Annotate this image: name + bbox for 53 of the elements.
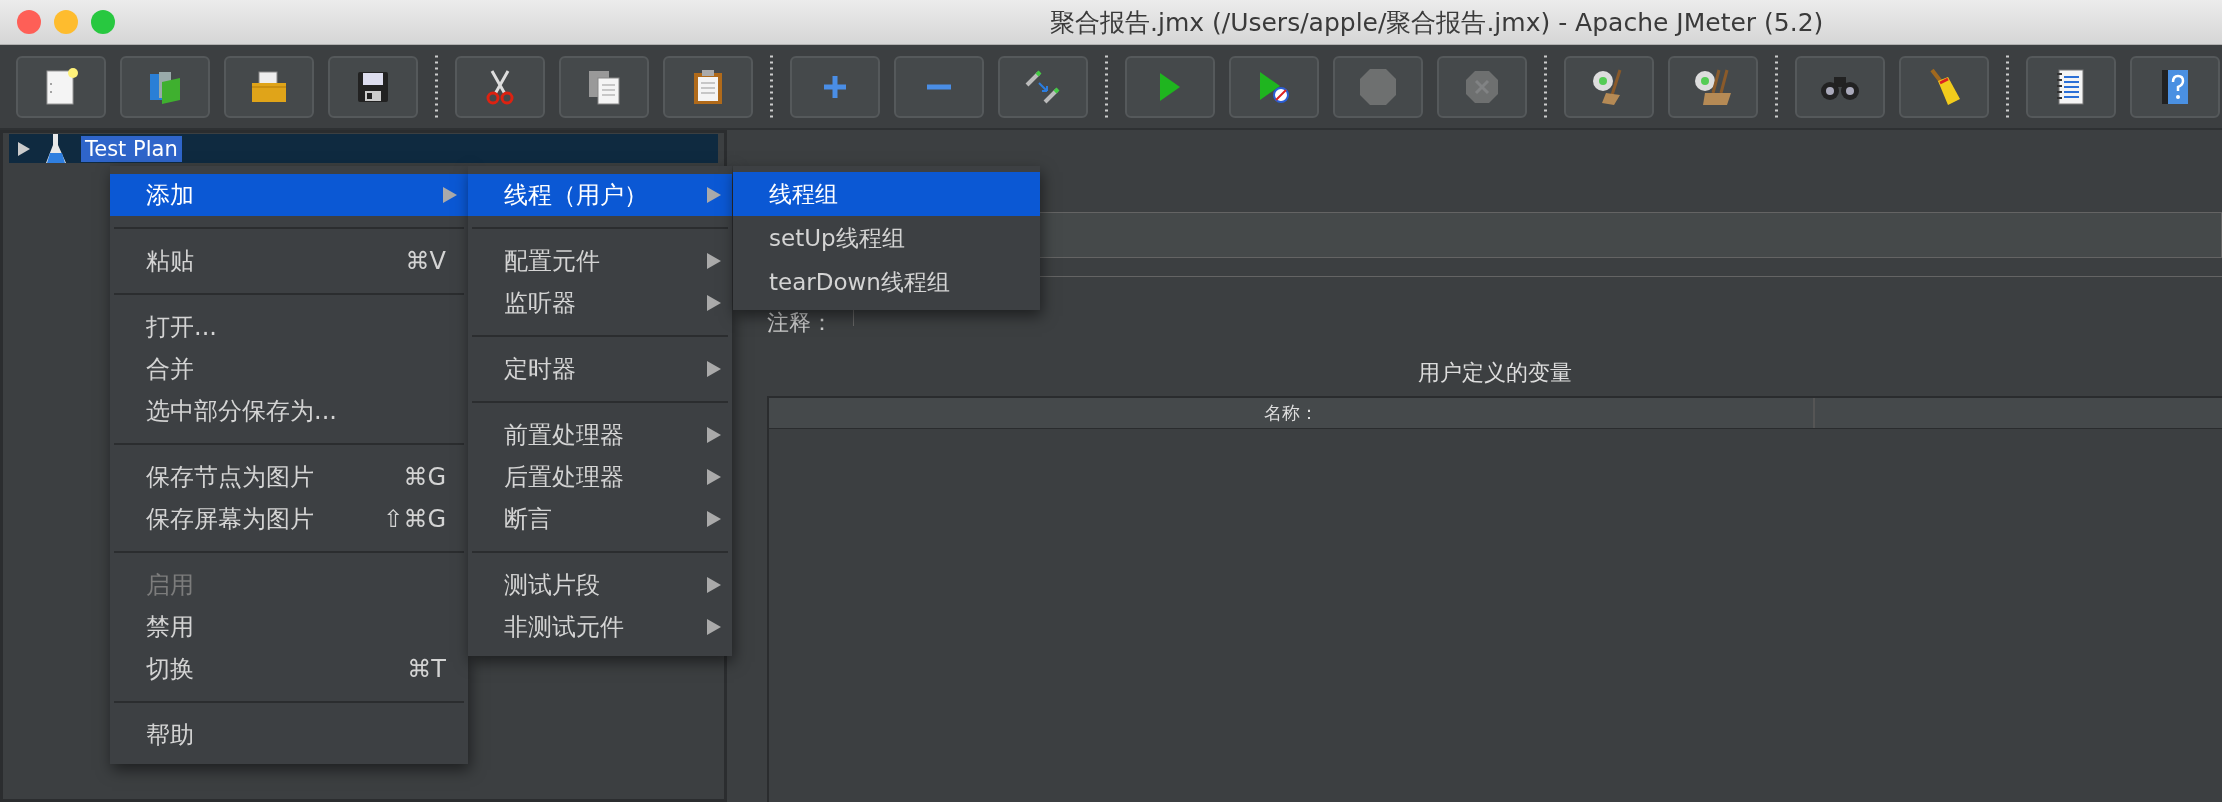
- menu-item[interactable]: 禁用: [110, 606, 468, 648]
- clipboard-icon: [691, 67, 725, 106]
- menu-item[interactable]: 线程（用户）: [468, 174, 732, 216]
- menu-item[interactable]: 非测试元件: [468, 606, 732, 648]
- menu-item[interactable]: tearDown线程组: [733, 260, 1040, 304]
- toolbar-button[interactable]: [328, 55, 418, 118]
- help-book-icon: [2160, 67, 2190, 106]
- plus-icon: [822, 73, 848, 100]
- menu-item[interactable]: 保存屏幕为图片 ⇧⌘G: [110, 498, 468, 540]
- stop-sign-icon: [1358, 66, 1398, 107]
- menu-item[interactable]: 配置元件: [468, 240, 732, 282]
- keyboard-shortcut: ⌘G: [403, 463, 446, 491]
- toolbar-button[interactable]: [16, 55, 106, 118]
- open-folder-icon: [249, 68, 289, 105]
- menu-item[interactable]: setUp线程组: [733, 216, 1040, 260]
- menu-item[interactable]: 打开...: [110, 306, 468, 348]
- toolbar-button[interactable]: [1899, 55, 1989, 118]
- toolbar-button[interactable]: [2026, 55, 2116, 118]
- menu-item[interactable]: 断言: [468, 498, 732, 540]
- menu-item[interactable]: 粘贴 ⌘V: [110, 240, 468, 282]
- menu-item[interactable]: 合并: [110, 348, 468, 390]
- toolbar-button[interactable]: [663, 55, 753, 118]
- keyboard-shortcut: ⌘V: [405, 247, 446, 275]
- menu-item[interactable]: 保存节点为图片 ⌘G: [110, 456, 468, 498]
- toolbar-button[interactable]: [1564, 55, 1654, 118]
- menu-item[interactable]: 线程组: [733, 172, 1040, 216]
- flask-icon: [45, 132, 67, 165]
- window-title: 聚合报告.jmx (/Users/apple/聚合报告.jmx) - Apache JMeter (5.2): [1050, 6, 1824, 39]
- menu-item[interactable]: 后置处理器: [468, 456, 732, 498]
- toolbar-button[interactable]: [224, 55, 314, 118]
- table-title: 用户定义的变量: [1416, 359, 1573, 387]
- play-with-badge-icon: [1258, 69, 1290, 104]
- menu-item[interactable]: 定时器: [468, 348, 732, 390]
- toolbar-button[interactable]: [2130, 55, 2220, 118]
- menu-item[interactable]: 选中部分保存为...: [110, 390, 468, 432]
- keyboard-shortcut: ⇧⌘G: [383, 505, 446, 533]
- new-page-icon: [44, 67, 78, 106]
- play-icon: [1158, 70, 1182, 103]
- octagon-x-icon: [1464, 68, 1500, 105]
- menu-item[interactable]: 测试片段: [468, 564, 732, 606]
- keyboard-shortcut: ⌘T: [407, 655, 446, 683]
- menu-item[interactable]: 前置处理器: [468, 414, 732, 456]
- tree-row[interactable]: Test Plan: [9, 134, 718, 163]
- menu-item[interactable]: 帮助: [110, 714, 468, 756]
- toolbar-button[interactable]: [455, 55, 545, 118]
- toolbar-button[interactable]: [559, 55, 649, 118]
- minus-icon: [926, 82, 952, 91]
- menu-item[interactable]: 监听器: [468, 282, 732, 324]
- menu-item[interactable]: 切换 ⌘T: [110, 648, 468, 690]
- toolbar-button[interactable]: [1668, 55, 1758, 118]
- close-button[interactable]: [17, 10, 41, 34]
- menu-item[interactable]: 添加: [110, 174, 468, 216]
- expand-arrow-icon: [17, 140, 31, 157]
